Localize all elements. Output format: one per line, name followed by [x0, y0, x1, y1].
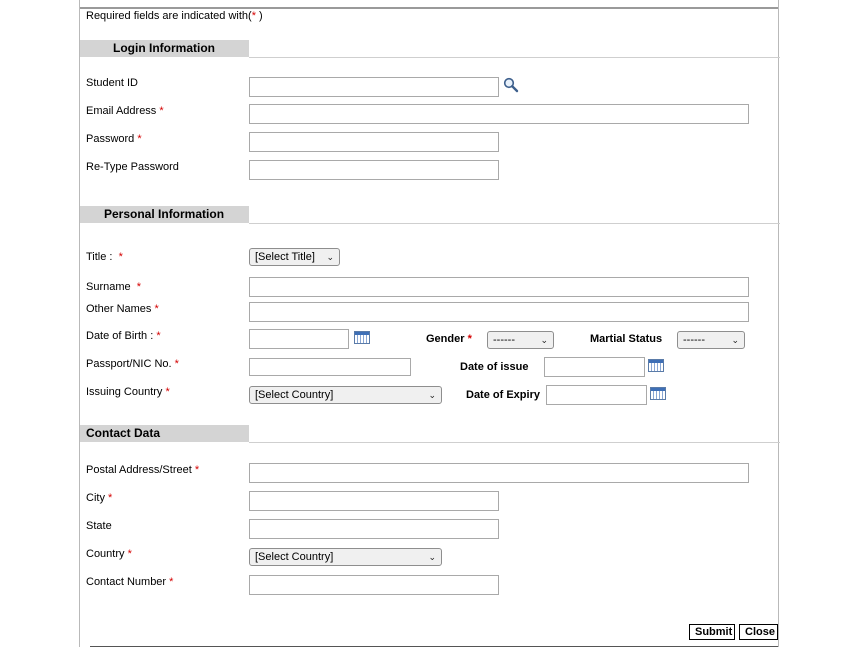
dob-input[interactable] [249, 329, 349, 349]
label-student-id: Student ID [86, 77, 138, 89]
calendar-icon[interactable] [354, 331, 370, 344]
surname-input[interactable] [249, 277, 749, 297]
label-date-of-expiry: Date of Expiry [466, 389, 540, 401]
calendar-icon[interactable] [650, 387, 666, 400]
label-email-text: Email Address [86, 105, 157, 117]
required-star: * [165, 386, 170, 398]
label-other-names-text: Other Names [86, 303, 152, 315]
section-title-login: Login Information [80, 40, 249, 57]
required-star: * [137, 133, 142, 145]
passport-input[interactable] [249, 358, 411, 376]
label-surname-text: Surname [86, 281, 131, 293]
label-password: Password * [86, 133, 142, 145]
required-note-suffix: ) [255, 10, 263, 22]
gender-select-value: ------ [493, 334, 515, 346]
label-city-text: City [86, 492, 105, 504]
label-title-text: Title : [86, 251, 113, 263]
label-gender: Gender * [426, 333, 472, 345]
section-divider [249, 57, 780, 58]
label-state: State [86, 520, 112, 532]
label-postal-address: Postal Address/Street * [86, 464, 199, 476]
label-postal-address-text: Postal Address/Street [86, 464, 192, 476]
label-dob-text: Date of Birth : [86, 330, 154, 342]
label-date-of-issue: Date of issue [460, 361, 529, 373]
form-frame: Required fields are indicated with(* ) L… [79, 0, 780, 647]
state-input[interactable] [249, 519, 499, 539]
retype-password-input[interactable] [249, 160, 499, 180]
gender-select[interactable]: ------ ⌄ [487, 331, 554, 349]
required-star: * [127, 548, 132, 560]
label-passport: Passport/NIC No. * [86, 358, 179, 370]
label-retype-password: Re-Type Password [86, 161, 179, 173]
email-input[interactable] [249, 104, 749, 124]
required-star: * [154, 303, 159, 315]
submit-button[interactable]: Submit [689, 624, 735, 640]
label-dob: Date of Birth : * [86, 330, 161, 342]
section-title-contact: Contact Data [80, 425, 249, 442]
chevron-down-icon: ⌄ [428, 390, 436, 400]
chevron-down-icon: ⌄ [428, 552, 436, 562]
country-select[interactable]: [Select Country] ⌄ [249, 548, 442, 566]
label-gender-text: Gender [426, 333, 465, 345]
label-surname: Surname * [86, 281, 141, 293]
country-value: [Select Country] [255, 551, 334, 563]
section-login: Login Information [80, 40, 780, 60]
marital-status-select[interactable]: ------ ⌄ [677, 331, 745, 349]
label-issuing-country-text: Issuing Country [86, 386, 163, 398]
chevron-down-icon: ⌄ [540, 335, 548, 345]
required-star: * [194, 464, 200, 476]
chevron-down-icon: ⌄ [731, 335, 739, 345]
label-other-names: Other Names * [86, 303, 159, 315]
magnifier-icon[interactable] [503, 77, 519, 93]
title-select-value: [Select Title] [255, 251, 315, 263]
section-divider [249, 442, 780, 443]
section-contact: Contact Data [80, 425, 780, 445]
section-divider [249, 223, 780, 224]
required-star: * [118, 251, 123, 263]
required-star: * [156, 330, 161, 342]
required-star: * [174, 358, 179, 370]
required-star: * [159, 105, 164, 117]
postal-address-input[interactable] [249, 463, 749, 483]
label-marital-status: Martial Status [590, 333, 663, 345]
label-country-text: Country [86, 548, 125, 560]
date-of-issue-input[interactable] [544, 357, 645, 377]
calendar-icon[interactable] [648, 359, 664, 372]
label-contact-number-text: Contact Number [86, 576, 167, 588]
marital-select-value: ------ [683, 334, 705, 346]
other-names-input[interactable] [249, 302, 749, 322]
label-issuing-country: Issuing Country * [86, 386, 170, 398]
required-star: * [108, 492, 113, 504]
label-contact-number: Contact Number * [86, 576, 173, 588]
issuing-country-select[interactable]: [Select Country] ⌄ [249, 386, 442, 404]
title-select[interactable]: [Select Title] ⌄ [249, 248, 340, 266]
label-city: City * [86, 492, 112, 504]
contact-number-input[interactable] [249, 575, 499, 595]
chevron-down-icon: ⌄ [326, 252, 334, 262]
password-input[interactable] [249, 132, 499, 152]
label-country: Country * [86, 548, 132, 560]
section-personal: Personal Information [80, 206, 780, 226]
required-note-text: Required fields are indicated with( [86, 10, 252, 22]
label-email: Email Address * [86, 105, 164, 117]
city-input[interactable] [249, 491, 499, 511]
label-password-text: Password [86, 133, 135, 145]
required-star: * [467, 333, 472, 345]
issuing-country-value: [Select Country] [255, 389, 334, 401]
label-title: Title : * [86, 251, 123, 263]
close-button[interactable]: Close [739, 624, 778, 640]
required-note: Required fields are indicated with(* ) [86, 10, 263, 22]
section-title-personal: Personal Information [80, 206, 249, 223]
student-id-input[interactable] [249, 77, 499, 97]
date-of-expiry-input[interactable] [546, 385, 647, 405]
required-star: * [169, 576, 174, 588]
label-passport-text: Passport/NIC No. [86, 358, 172, 370]
required-star: * [136, 281, 142, 293]
top-border [80, 7, 778, 9]
